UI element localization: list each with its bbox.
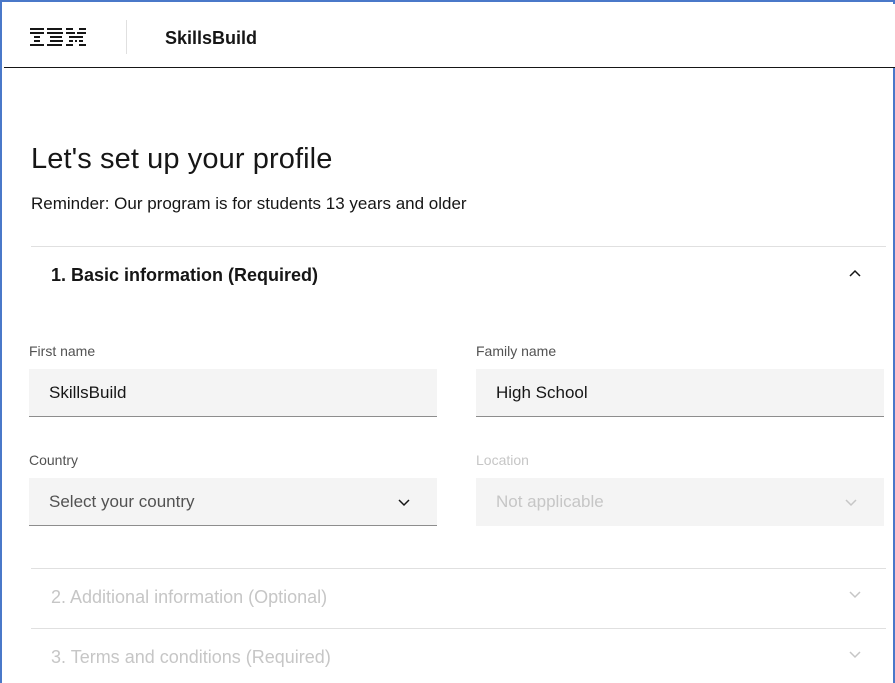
country-select[interactable]: Select your country <box>29 478 437 526</box>
page-title: Let's set up your profile <box>31 143 333 175</box>
chevron-down-icon <box>845 499 857 507</box>
chevron-down-icon <box>849 591 861 599</box>
brand-name[interactable]: SkillsBuild <box>165 28 257 49</box>
chevron-up-icon <box>849 269 861 277</box>
country-placeholder: Select your country <box>49 492 195 511</box>
accordion-title: 2. Additional information (Optional) <box>51 587 328 607</box>
location-value: Not applicable <box>496 492 604 511</box>
chevron-down-icon <box>849 651 861 659</box>
section-divider <box>31 628 886 629</box>
app-window: SkillsBuild Let's set up your profile Re… <box>0 0 895 683</box>
accordion-title: 1. Basic information (Required) <box>51 265 319 285</box>
section-divider <box>31 568 886 569</box>
country-label: Country <box>29 452 79 468</box>
section-divider <box>31 246 886 247</box>
first-name-field[interactable]: SkillsBuild <box>29 369 437 417</box>
first-name-value: SkillsBuild <box>49 383 127 402</box>
family-name-label: Family name <box>476 343 557 359</box>
location-label: Location <box>476 452 529 468</box>
header-divider <box>126 20 127 54</box>
location-select: Not applicable <box>476 478 884 526</box>
family-name-value: High School <box>496 383 588 402</box>
ibm-logo[interactable] <box>30 26 88 48</box>
accordion-title: 3. Terms and conditions (Required) <box>51 647 331 667</box>
chevron-down-icon <box>398 499 410 507</box>
top-header: SkillsBuild <box>4 4 895 68</box>
age-reminder: Reminder: Our program is for students 13… <box>31 194 467 213</box>
first-name-label: First name <box>29 343 96 359</box>
family-name-field[interactable]: High School <box>476 369 884 417</box>
